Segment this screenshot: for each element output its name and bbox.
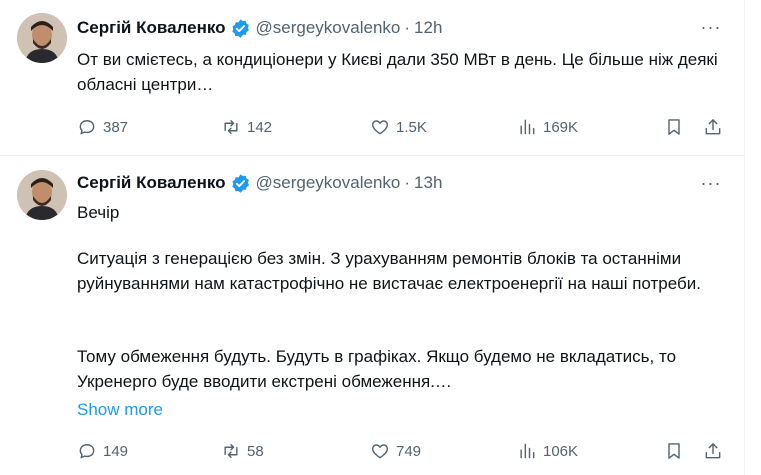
more-options-icon[interactable]: ···: [699, 173, 723, 193]
tweet[interactable]: Сергій Коваленко @sergeykovalenko · 12h …: [0, 0, 745, 156]
share-icon: [705, 443, 721, 459]
views-button[interactable]: 169K: [517, 115, 578, 139]
views-button[interactable]: 106K: [517, 439, 578, 463]
views-chart-icon: [520, 443, 535, 459]
share-button[interactable]: [703, 115, 723, 139]
author-handle[interactable]: @sergeykovalenko: [256, 18, 401, 38]
share-icon: [705, 119, 721, 135]
heart-icon: [372, 444, 388, 459]
bookmark-button[interactable]: [664, 115, 684, 139]
separator-dot: ·: [404, 18, 411, 37]
reply-count: 387: [103, 118, 129, 136]
timestamp[interactable]: 12h: [414, 18, 442, 38]
verified-badge-icon[interactable]: [230, 173, 251, 194]
avatar-image: [17, 13, 67, 63]
reply-button[interactable]: 387: [77, 115, 128, 139]
tweet[interactable]: Сергій Коваленко @sergeykovalenko · 13h …: [0, 157, 745, 475]
author-name[interactable]: Сергій Коваленко: [77, 173, 226, 193]
reply-count: 149: [103, 442, 129, 460]
bookmark-button[interactable]: [664, 439, 684, 463]
author-handle[interactable]: @sergeykovalenko: [256, 173, 401, 193]
author-name[interactable]: Сергій Коваленко: [77, 18, 226, 38]
show-more-link[interactable]: Show more: [77, 400, 163, 420]
like-count: 1.5K: [396, 118, 427, 136]
timeline: Сергій Коваленко @sergeykovalenko · 12h …: [0, 0, 745, 475]
like-button[interactable]: 749: [370, 439, 421, 463]
repost-icon: [224, 120, 238, 134]
timestamp[interactable]: 13h: [414, 173, 442, 193]
separator-dot: ·: [404, 173, 411, 192]
views-count: 169K: [543, 118, 579, 136]
tweet-text-paragraph: Вечір: [77, 203, 120, 222]
avatar[interactable]: [17, 170, 67, 220]
reply-button[interactable]: 149: [77, 439, 128, 463]
verified-badge-icon[interactable]: [230, 18, 251, 39]
tweet-header: Сергій Коваленко @sergeykovalenko · 13h: [77, 172, 442, 194]
share-button[interactable]: [703, 439, 723, 463]
tweet-actions: 149 58 749 106K: [0, 439, 745, 463]
avatar[interactable]: [17, 13, 67, 63]
repost-count: 142: [247, 118, 273, 136]
reply-icon: [79, 444, 95, 459]
repost-icon: [224, 444, 238, 458]
tweet-text: От ви смієтесь, а кондиціонери у Києві д…: [77, 50, 718, 94]
reply-icon: [79, 120, 95, 135]
repost-count: 58: [247, 442, 264, 460]
tweet-actions: 387 142 1.5K 169K: [0, 115, 745, 139]
tweet-text-paragraph: Тому обмеження будуть. Будуть в графіках…: [77, 347, 677, 391]
heart-icon: [372, 120, 388, 135]
repost-button[interactable]: 142: [221, 115, 272, 139]
views-count: 106K: [543, 442, 579, 460]
tweet-text-paragraph: Ситуація з генерацією без змін. З урахув…: [77, 249, 701, 293]
avatar-image: [17, 170, 67, 220]
bookmark-icon: [668, 443, 680, 459]
like-button[interactable]: 1.5K: [370, 115, 427, 139]
bookmark-icon: [668, 119, 680, 135]
repost-button[interactable]: 58: [221, 439, 264, 463]
like-count: 749: [396, 442, 422, 460]
tweet-header: Сергій Коваленко @sergeykovalenko · 12h: [77, 17, 442, 39]
more-options-icon[interactable]: ···: [699, 17, 723, 37]
views-chart-icon: [520, 119, 535, 135]
